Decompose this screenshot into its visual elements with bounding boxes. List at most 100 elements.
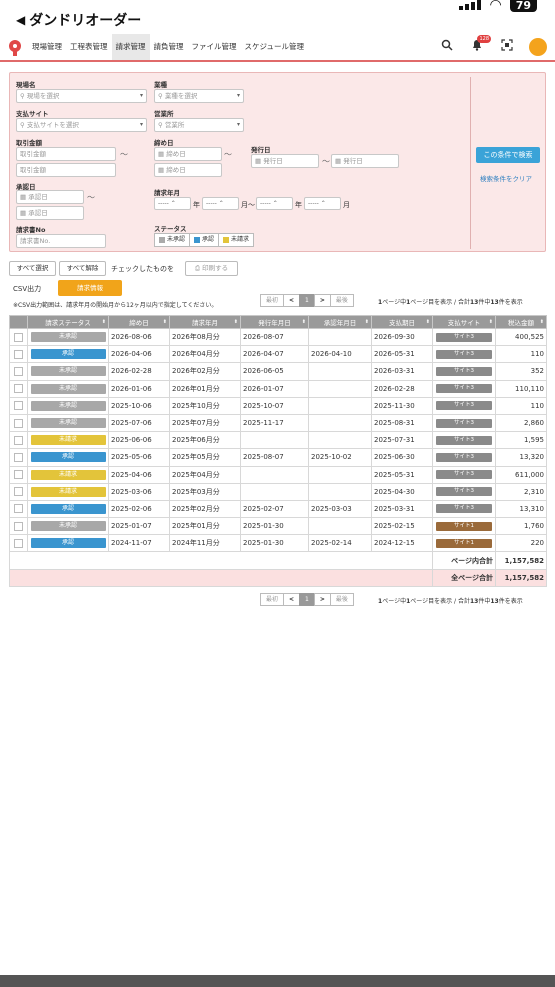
status-badge: 承認	[30, 503, 106, 514]
pagination-top: 最初 <1 > 最後	[260, 294, 354, 307]
clear-filters-link[interactable]: 検索条件をクリア	[480, 173, 532, 183]
row-checkbox[interactable]	[14, 538, 23, 548]
status-filter-chip[interactable]: 未承認	[155, 234, 191, 246]
row-checkbox[interactable]	[14, 452, 23, 462]
row-checkbox[interactable]	[14, 349, 23, 359]
cell-month: 2025年03月分	[169, 482, 241, 501]
billing-to-month-select[interactable]: ----- ⌃	[304, 197, 341, 210]
sort-icon[interactable]: ⬍	[102, 319, 106, 325]
cell-amount: 352	[495, 362, 547, 381]
nav-menu: 現場管理 工程表管理 請求管理 請負管理 ファイル管理 スケジュール管理	[28, 34, 308, 60]
notification-bell-icon[interactable]: 128	[469, 35, 491, 55]
csv-export-button[interactable]: 請求情報	[58, 280, 122, 296]
column-header[interactable]: 承認年月日 ⬍	[308, 315, 372, 329]
table-row[interactable]: 未承認 2026-01-06 2026年01月分 2026-01-07 2026-02-…	[9, 379, 547, 398]
pager-first-button[interactable]: 最初	[260, 294, 285, 307]
row-checkbox[interactable]	[14, 332, 23, 342]
back-button[interactable]: ◀ ダンドリオーダー	[16, 10, 141, 30]
table-row[interactable]: 未承認 2025-07-06 2025年07月分 2025-11-17 2025-08-…	[9, 413, 547, 433]
office-select[interactable]: ⚲ 営業所	[154, 118, 244, 132]
status-filter-chip[interactable]: 承認	[190, 234, 220, 246]
closing-from-input[interactable]: ▦ 締め日	[154, 147, 222, 161]
status-filter-chip[interactable]: 未請求	[219, 234, 253, 246]
qr-scan-icon[interactable]	[499, 39, 515, 55]
nav-item-3[interactable]: 請負管理	[150, 34, 188, 60]
table-row[interactable]: 未承認 2026-08-06 2026年08月分 2026-08-07 2026-09-…	[9, 327, 547, 347]
pager-next-button[interactable]: >	[313, 593, 331, 606]
column-header[interactable]: 支払サイト ⬍	[432, 315, 496, 329]
amount-from-input[interactable]: 取引金額	[16, 147, 116, 161]
pager-current-page[interactable]: 1	[299, 294, 315, 307]
table-row[interactable]: 承認 2025-02-06 2025年02月分 2025-02-07 2025-03-0…	[9, 499, 547, 519]
sort-icon[interactable]: ⬍	[163, 319, 167, 325]
row-checkbox[interactable]	[14, 366, 23, 376]
approval-to-input[interactable]: ▦ 承認日	[16, 206, 84, 220]
table-row[interactable]: 未請求 2025-04-06 2025年04月分 2025-05-31 サイト3 611,…	[9, 465, 547, 484]
table-row[interactable]: 承認 2024-11-07 2024年11月分 2025-01-30 2025-02-1…	[9, 534, 547, 553]
cell-closing: 2025-07-06	[108, 413, 170, 433]
row-checkbox[interactable]	[14, 418, 23, 428]
column-header[interactable]: 締め日 ⬍	[108, 315, 170, 329]
pager-first-button[interactable]: 最初	[260, 593, 285, 606]
search-button[interactable]: この条件で検索	[476, 147, 540, 163]
select-all-button[interactable]: すべて選択	[9, 261, 56, 276]
trade-select[interactable]: ⚲ 業種を選択	[154, 89, 244, 103]
column-header[interactable]: 請求年月 ⬍	[169, 315, 241, 329]
row-checkbox[interactable]	[14, 470, 23, 480]
row-checkbox[interactable]	[14, 487, 23, 497]
row-checkbox[interactable]	[14, 435, 23, 445]
sort-icon[interactable]: ⬍	[489, 319, 493, 325]
row-checkbox[interactable]	[14, 504, 23, 514]
cell-issued: 2025-02-07	[240, 499, 309, 519]
sort-icon[interactable]: ⬍	[540, 319, 544, 325]
site-select[interactable]: ⚲ 現場を選択	[16, 89, 147, 103]
sort-icon[interactable]: ⬍	[426, 319, 430, 325]
page-total-row-label: ページ内合計	[432, 551, 496, 570]
column-header[interactable]: 支払期日 ⬍	[371, 315, 433, 329]
print-button[interactable]: ⎙ 印刷する	[185, 261, 238, 276]
billing-from-year-select[interactable]: ----- ⌃	[154, 197, 191, 210]
pager-current-page[interactable]: 1	[299, 593, 315, 606]
table-row[interactable]: 未請求 2025-03-06 2025年03月分 2025-04-30 サイト3 2,31…	[9, 482, 547, 501]
nav-item-2[interactable]: 請求管理	[111, 34, 150, 60]
invoice-no-input[interactable]: 請求書No.	[16, 234, 106, 248]
table-row[interactable]: 承認 2026-04-06 2026年04月分 2026-04-07 2026-04-1…	[9, 345, 547, 364]
issue-from-input[interactable]: ▦ 発行日	[251, 154, 319, 168]
status-badge: 承認	[30, 538, 106, 549]
nav-item-4[interactable]: ファイル管理	[188, 34, 241, 60]
row-checkbox[interactable]	[14, 401, 23, 411]
table-row[interactable]: 未承認 2025-01-07 2025年01月分 2025-01-30 2025-02-…	[9, 517, 547, 536]
row-checkbox[interactable]	[14, 384, 23, 394]
column-header[interactable]: 税込金額 ⬍	[495, 315, 547, 329]
search-icon[interactable]	[439, 39, 455, 55]
column-header[interactable]: 請求ステータス ⬍	[27, 315, 109, 329]
table-row[interactable]: 未承認 2025-10-06 2025年10月分 2025-10-07 2025-11-…	[9, 396, 547, 415]
pager-prev-button[interactable]: <	[283, 593, 301, 606]
approval-from-input[interactable]: ▦ 承認日	[16, 190, 84, 204]
deselect-all-button[interactable]: すべて解除	[59, 261, 106, 276]
user-avatar[interactable]	[529, 38, 547, 56]
table-row[interactable]: 未承認 2026-02-28 2026年02月分 2026-06-05 2026-03-…	[9, 362, 547, 381]
pager-last-button[interactable]: 最後	[329, 593, 354, 606]
column-header[interactable]: 発行年月日 ⬍	[240, 315, 309, 329]
closing-to-input[interactable]: ▦ 締め日	[154, 163, 222, 177]
sort-icon[interactable]: ⬍	[302, 319, 306, 325]
table-row[interactable]: 承認 2025-05-06 2025年05月分 2025-08-07 2025-10-0…	[9, 448, 547, 467]
app-logo[interactable]	[6, 39, 24, 57]
billing-to-year-select[interactable]: ----- ⌃	[256, 197, 293, 210]
issue-to-input[interactable]: ▦ 発行日	[331, 154, 399, 168]
sort-icon[interactable]: ⬍	[234, 319, 238, 325]
nav-item-5[interactable]: スケジュール管理	[241, 34, 308, 60]
pager-prev-button[interactable]: <	[283, 294, 301, 307]
pager-next-button[interactable]: >	[313, 294, 331, 307]
nav-item-0[interactable]: 現場管理	[28, 34, 66, 60]
pay-site-select[interactable]: ⚲ 支払サイトを選択	[16, 118, 147, 132]
pager-last-button[interactable]: 最後	[329, 294, 354, 307]
sort-icon[interactable]: ⬍	[365, 319, 369, 325]
table-row[interactable]: 未請求 2025-06-06 2025年06月分 2025-07-31 サイト3 1,59…	[9, 431, 547, 450]
row-checkbox[interactable]	[14, 521, 23, 531]
billing-from-month-select[interactable]: ----- ⌃	[202, 197, 239, 210]
pay-site-badge: サイト3	[436, 384, 492, 394]
nav-item-1[interactable]: 工程表管理	[66, 34, 112, 60]
amount-to-input[interactable]: 取引金額	[16, 163, 116, 177]
